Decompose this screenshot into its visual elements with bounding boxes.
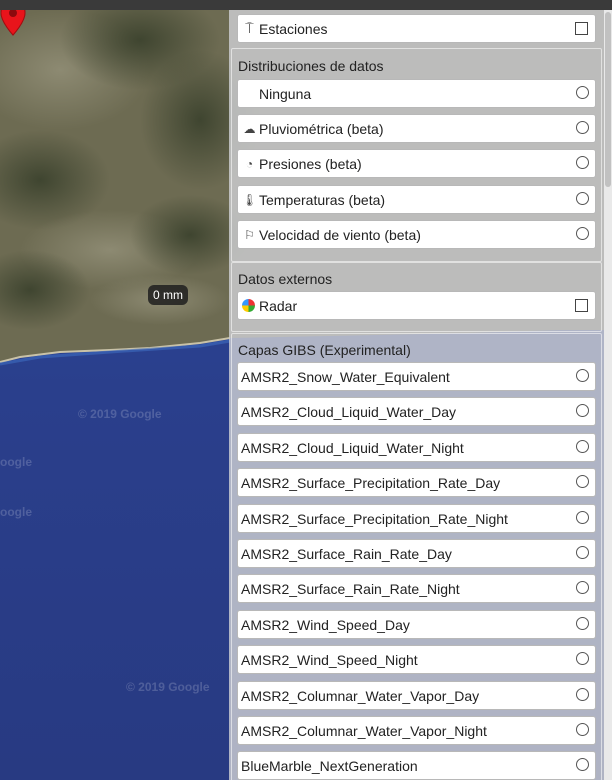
- gibs-layer-option[interactable]: BlueMarble_NextGeneration: [237, 751, 596, 780]
- distributions-title: Distribuciones de datos: [238, 58, 384, 74]
- radar-checkbox[interactable]: [575, 299, 588, 312]
- option-label: Velocidad de viento (beta): [259, 226, 421, 243]
- external-title: Datos externos: [238, 271, 333, 287]
- scrollbar-thumb[interactable]: [605, 12, 611, 187]
- gibs-layer-option[interactable]: AMSR2_Surface_Precipitation_Rate_Night: [237, 504, 596, 533]
- radio-button[interactable]: [576, 688, 589, 701]
- gibs-layer-option[interactable]: AMSR2_Cloud_Liquid_Water_Night: [237, 433, 596, 462]
- radio-button[interactable]: [576, 758, 589, 771]
- gibs-layer-label: BlueMarble_NextGeneration: [241, 757, 418, 774]
- radio-button[interactable]: [576, 440, 589, 453]
- distribution-option-viento[interactable]: ⚐ Velocidad de viento (beta): [237, 220, 596, 249]
- radio-button[interactable]: [576, 652, 589, 665]
- radio-button[interactable]: [576, 121, 589, 134]
- panel-scrollbar[interactable]: [604, 10, 612, 780]
- gibs-layer-label: AMSR2_Surface_Precipitation_Rate_Night: [241, 510, 508, 527]
- stations-label: Estaciones: [259, 20, 328, 37]
- gibs-layer-label: AMSR2_Wind_Speed_Day: [241, 616, 410, 633]
- distribution-option-temperaturas[interactable]: 🌡 Temperaturas (beta): [237, 185, 596, 214]
- radio-button[interactable]: [576, 723, 589, 736]
- thermometer-icon: 🌡: [241, 192, 258, 207]
- gibs-layer-option[interactable]: AMSR2_Columnar_Water_Vapor_Night: [237, 716, 596, 745]
- option-label: Ninguna: [259, 85, 312, 102]
- gibs-layer-option[interactable]: AMSR2_Cloud_Liquid_Water_Day: [237, 397, 596, 426]
- marker-tooltip: 0 mm: [148, 285, 188, 305]
- layers-panel: ⍑ Estaciones Distribuciones de datos Nin…: [229, 10, 604, 780]
- map-watermark: © 2019 Google: [126, 680, 210, 694]
- gibs-layer-label: AMSR2_Snow_Water_Equivalent: [241, 368, 450, 385]
- radio-button[interactable]: [576, 192, 589, 205]
- gibs-layer-label: AMSR2_Columnar_Water_Vapor_Night: [241, 722, 487, 739]
- gibs-layer-option[interactable]: AMSR2_Wind_Speed_Day: [237, 610, 596, 639]
- radio-button[interactable]: [576, 404, 589, 417]
- option-label: Presiones (beta): [259, 155, 362, 172]
- gibs-layer-option[interactable]: AMSR2_Columnar_Water_Vapor_Day: [237, 681, 596, 710]
- radar-toggle[interactable]: Radar: [237, 291, 596, 320]
- radar-label: Radar: [259, 297, 298, 314]
- gibs-layer-label: AMSR2_Wind_Speed_Night: [241, 651, 418, 668]
- gibs-layer-label: AMSR2_Surface_Precipitation_Rate_Day: [241, 474, 501, 491]
- browser-top-strip: [0, 0, 612, 10]
- gibs-title: Capas GIBS (Experimental): [238, 342, 411, 358]
- gibs-layer-label: AMSR2_Cloud_Liquid_Water_Night: [241, 439, 464, 456]
- radio-button[interactable]: [576, 156, 589, 169]
- gibs-layer-label: AMSR2_Surface_Rain_Rate_Night: [241, 580, 460, 597]
- gauge-icon: ◔: [245, 156, 254, 171]
- radio-button[interactable]: [576, 475, 589, 488]
- map-watermark: © 2019 Google: [78, 407, 162, 421]
- radar-icon: [242, 299, 255, 312]
- gibs-layer-option[interactable]: AMSR2_Snow_Water_Equivalent: [237, 362, 596, 391]
- gibs-layer-option[interactable]: AMSR2_Surface_Precipitation_Rate_Day: [237, 468, 596, 497]
- radio-button[interactable]: [576, 617, 589, 630]
- stations-checkbox[interactable]: [575, 22, 588, 35]
- antenna-icon: ⍑: [245, 20, 254, 36]
- gibs-layer-option[interactable]: AMSR2_Surface_Rain_Rate_Night: [237, 574, 596, 603]
- stations-toggle[interactable]: ⍑ Estaciones: [237, 14, 596, 43]
- gibs-layer-option[interactable]: AMSR2_Wind_Speed_Night: [237, 645, 596, 674]
- radio-button[interactable]: [576, 546, 589, 559]
- radio-button[interactable]: [576, 581, 589, 594]
- radio-button[interactable]: [576, 369, 589, 382]
- radio-button[interactable]: [576, 86, 589, 99]
- option-label: Temperaturas (beta): [259, 191, 386, 208]
- windsock-icon: ⚐: [244, 227, 255, 242]
- gibs-layer-label: AMSR2_Columnar_Water_Vapor_Day: [241, 687, 480, 704]
- map-watermark: oogle: [0, 505, 32, 519]
- rain-cloud-icon: ☁: [243, 121, 256, 136]
- gibs-layer-label: AMSR2_Surface_Rain_Rate_Day: [241, 545, 452, 562]
- radio-button[interactable]: [576, 227, 589, 240]
- radio-button[interactable]: [576, 511, 589, 524]
- distribution-option-ninguna[interactable]: Ninguna: [237, 79, 596, 108]
- gibs-layer-label: AMSR2_Cloud_Liquid_Water_Day: [241, 403, 457, 420]
- option-label: Pluviométrica (beta): [259, 120, 384, 137]
- distribution-option-pluviometrica[interactable]: ☁ Pluviométrica (beta): [237, 114, 596, 143]
- map-watermark: oogle: [0, 455, 32, 469]
- gibs-layer-option[interactable]: AMSR2_Surface_Rain_Rate_Day: [237, 539, 596, 568]
- distribution-option-presiones[interactable]: ◔ Presiones (beta): [237, 149, 596, 178]
